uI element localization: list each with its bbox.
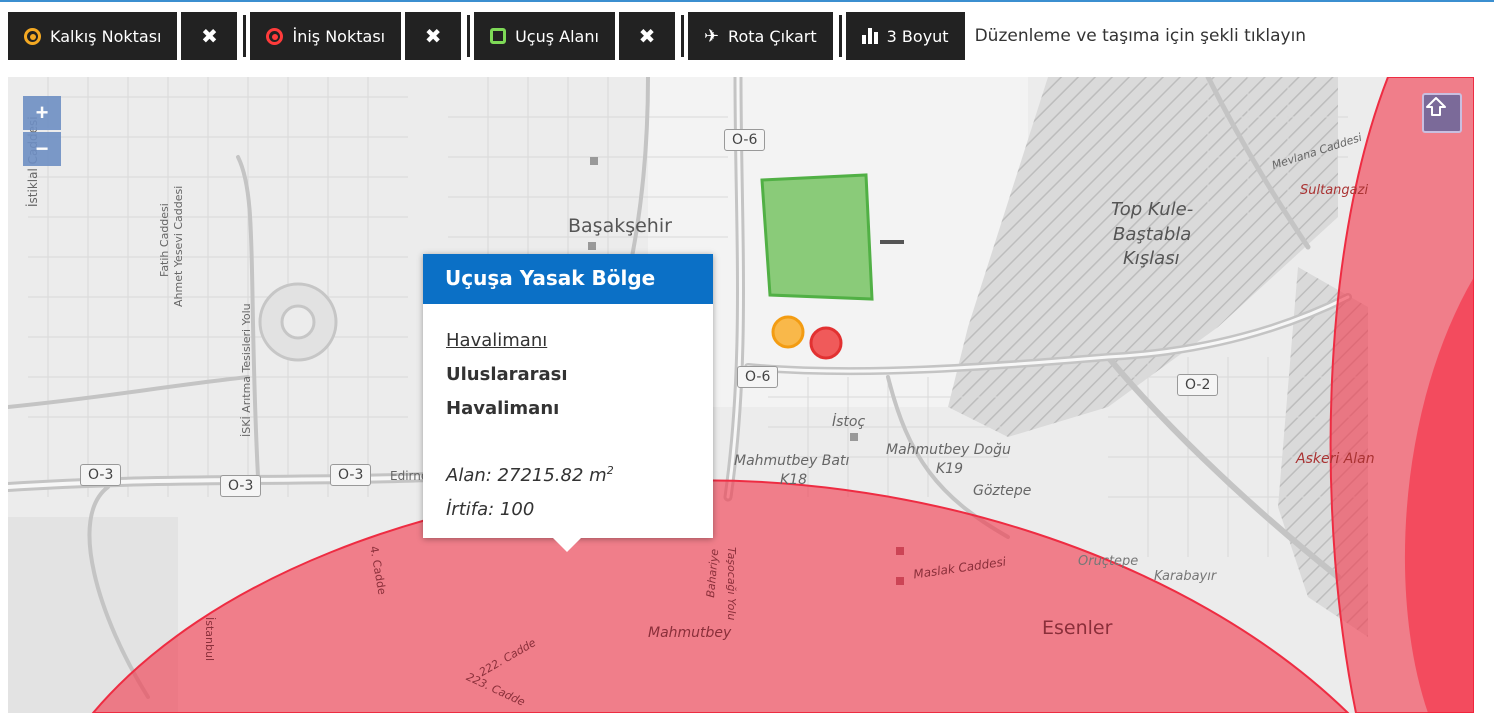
landing-point-button[interactable]: İniş Noktası xyxy=(250,12,402,60)
label-top-kule: Top Kule- xyxy=(1111,199,1194,220)
label-k19: K19 xyxy=(936,461,963,477)
label-fatih: Fatih Caddesi xyxy=(158,203,171,277)
square-outline-icon xyxy=(490,28,507,44)
road-shield-o2: O-2 xyxy=(1177,374,1219,396)
label-goztepe: Göztepe xyxy=(973,483,1032,499)
label-esenler: Esenler xyxy=(1042,617,1113,639)
clear-landing-button[interactable]: ✖ xyxy=(405,12,462,60)
road-shield-o3: O-3 xyxy=(330,464,372,486)
close-icon: ✖ xyxy=(424,24,442,48)
popup-area-text: Alan: 27215.82 m xyxy=(446,465,607,486)
takeoff-point-label: Kalkış Noktası xyxy=(50,26,162,46)
airplane-icon: ✈ xyxy=(703,25,720,47)
close-icon: ✖ xyxy=(638,24,656,48)
popup-title: Uçuşa Yasak Bölge xyxy=(423,254,713,304)
landing-target-icon xyxy=(266,27,284,45)
flight-area-label: Uçuş Alanı xyxy=(515,26,599,46)
map-toolbar: Kalkış Noktası ✖ İniş Noktası ✖ Uçuş Ala… xyxy=(8,12,1306,60)
label-istoc: İstoç xyxy=(832,414,866,430)
popup-name-line2: Havalimanı xyxy=(446,398,560,419)
toolbar-divider xyxy=(838,15,842,57)
flight-area-polygon[interactable] xyxy=(760,173,874,301)
no-fly-zone-popup: Uçuşa Yasak Bölge Havalimanı Uluslararas… xyxy=(423,254,713,552)
label-bastabla: Baştabla xyxy=(1113,224,1192,245)
takeoff-point-button[interactable]: Kalkış Noktası xyxy=(8,12,178,60)
popup-area-unit: 2 xyxy=(606,464,614,477)
label-kislasi: Kışlası xyxy=(1123,248,1180,269)
label-sultangazi: Sultangazi xyxy=(1300,183,1369,198)
up-arrow-icon xyxy=(1426,97,1446,116)
close-icon: ✖ xyxy=(201,24,218,48)
takeoff-marker[interactable] xyxy=(771,315,805,349)
popup-altitude: İrtifa: 100 xyxy=(446,499,535,520)
clear-takeoff-button[interactable]: ✖ xyxy=(181,12,238,60)
road-shield-o3: O-3 xyxy=(220,475,262,497)
flight-area-button[interactable]: Uçuş Alanı xyxy=(474,12,615,60)
toolbar-divider xyxy=(243,15,247,57)
clear-area-button[interactable]: ✖ xyxy=(618,12,675,60)
popup-category-link[interactable]: Havalimanı xyxy=(446,324,690,358)
toolbar-divider xyxy=(467,15,471,57)
landing-marker[interactable] xyxy=(809,326,843,360)
label-oructepe: Oruçtepe xyxy=(1078,554,1139,569)
label-mahmutbey-dogu: Mahmutbey Doğu xyxy=(886,442,1011,458)
label-mahmutbey: Mahmutbey xyxy=(648,625,732,641)
label-ahmet: Ahmet Yesevi Caddesi xyxy=(172,185,185,307)
label-karabayir: Karabayır xyxy=(1154,569,1217,584)
takeoff-target-icon xyxy=(24,27,41,45)
zoom-control: + − xyxy=(23,96,61,168)
view-3d-label: 3 Boyut xyxy=(886,26,949,46)
landing-point-label: İniş Noktası xyxy=(292,26,386,46)
map-tiles xyxy=(8,77,1474,713)
label-tasocagi: Taşocağı Yolu xyxy=(725,547,738,621)
label-askeri-alan: Askeri Alan xyxy=(1296,451,1375,467)
zoom-in-button[interactable]: + xyxy=(23,96,61,130)
label-istanbul: İstanbul xyxy=(203,617,216,662)
edit-hint-text: Düzenleme ve taşıma için şekli tıklayın xyxy=(974,26,1307,46)
popup-body: Havalimanı Uluslararası Havalimanı Alan:… xyxy=(423,304,713,547)
view-3d-button[interactable]: 3 Boyut xyxy=(845,12,965,60)
toolbar-divider xyxy=(680,15,684,57)
bar-chart-icon xyxy=(861,28,878,44)
route-label: Rota Çıkart xyxy=(728,26,817,46)
road-shield-o6: O-6 xyxy=(737,366,779,388)
top-accent-line xyxy=(0,0,1494,2)
label-mahmutbey-bati: Mahmutbey Batı xyxy=(734,453,850,469)
label-k18: K18 xyxy=(780,472,807,488)
label-iski: İSKİ Arıtma Tesisleri Yolu xyxy=(240,303,253,437)
popup-area: Alan: 27215.82 m2 xyxy=(446,454,690,493)
popup-name-line1: Uluslararası xyxy=(446,364,568,385)
home-arrow-button[interactable] xyxy=(1422,93,1462,133)
zoom-out-button[interactable]: − xyxy=(23,132,61,166)
label-basaksehir: Başakşehir xyxy=(568,215,672,237)
route-button[interactable]: ✈ Rota Çıkart xyxy=(687,12,833,60)
map-canvas[interactable]: Başakşehir Top Kule- Baştabla Kışlası Su… xyxy=(8,77,1474,713)
road-shield-o6: O-6 xyxy=(724,129,766,151)
road-shield-o3: O-3 xyxy=(80,464,122,486)
